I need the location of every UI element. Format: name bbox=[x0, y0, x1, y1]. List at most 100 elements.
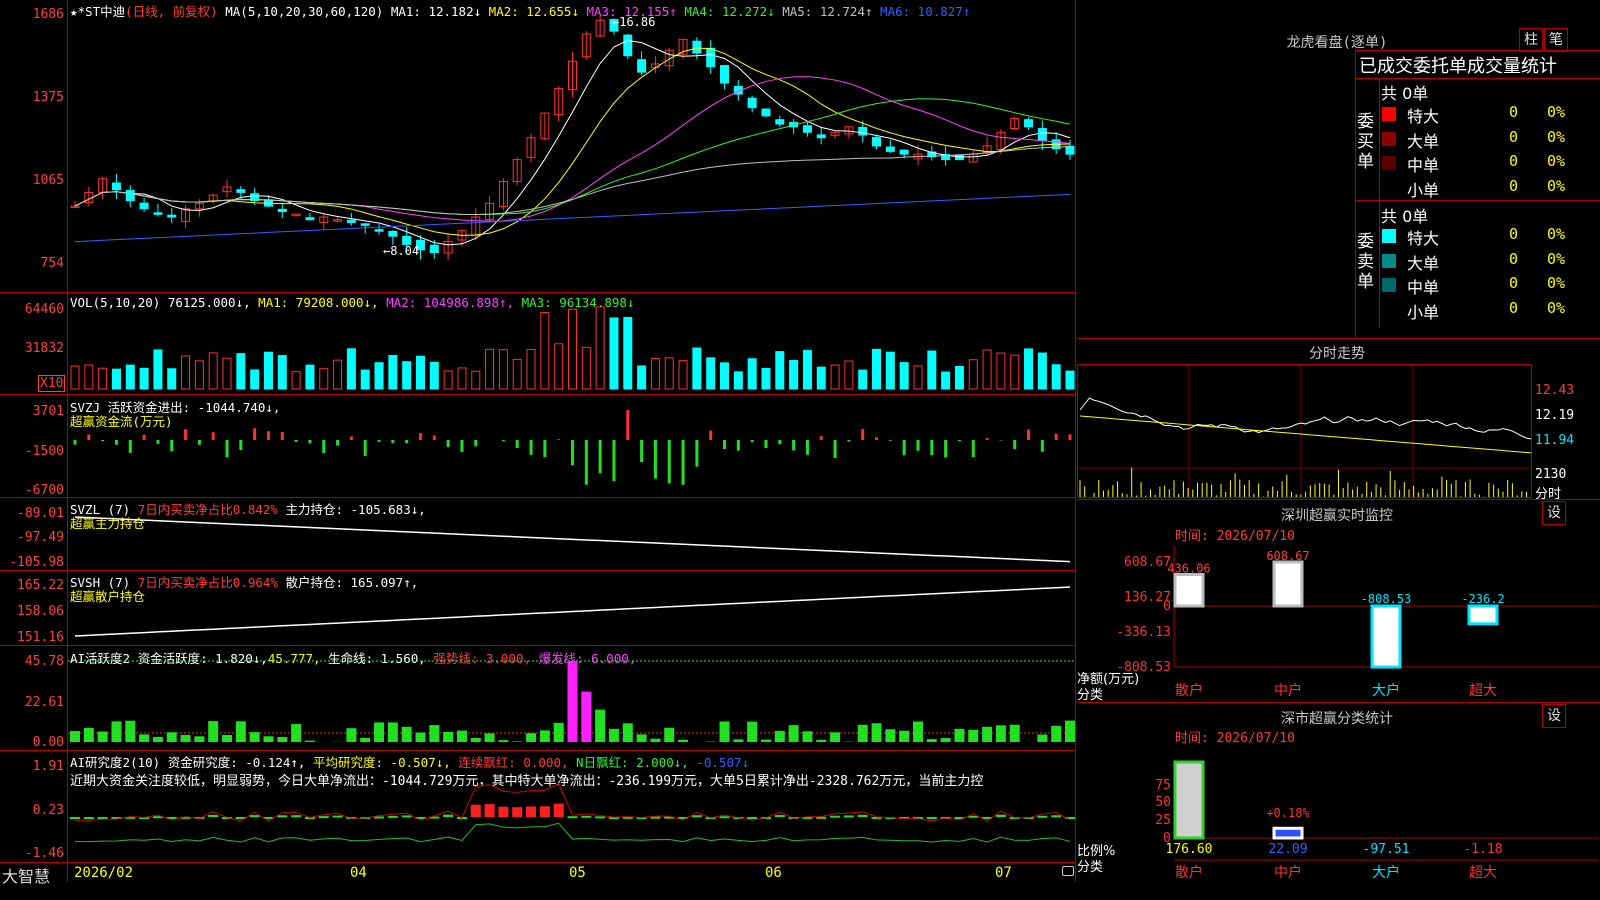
fund-flow-bar bbox=[156, 440, 160, 444]
research-bar bbox=[401, 815, 412, 818]
main-holding-line bbox=[74, 516, 1071, 563]
low-price-label: ←8.04 bbox=[383, 244, 419, 258]
activity-bar bbox=[484, 733, 495, 742]
activity-bar bbox=[139, 734, 150, 742]
fund-flow-bar bbox=[377, 440, 381, 442]
date-label: 04 bbox=[350, 865, 367, 881]
research-bar bbox=[816, 816, 827, 819]
research-bar bbox=[70, 817, 80, 819]
volume-bar bbox=[996, 352, 1006, 390]
chart-canvas[interactable]: ←16.86 ←8.04 bbox=[0, 0, 1076, 882]
class-bar bbox=[1272, 826, 1304, 840]
activity-bar bbox=[871, 723, 882, 742]
research-bar bbox=[277, 815, 288, 818]
activity-bar bbox=[263, 736, 274, 742]
candle-body bbox=[153, 212, 163, 215]
volume-bar bbox=[941, 371, 951, 390]
volume-bar bbox=[1010, 354, 1020, 390]
research-bar bbox=[567, 816, 578, 819]
activity-bar bbox=[346, 728, 357, 742]
volume-bar bbox=[568, 308, 577, 390]
activity-bar bbox=[968, 729, 979, 742]
fund-flow-bar bbox=[432, 435, 436, 440]
research-bar bbox=[526, 806, 537, 817]
research-bar bbox=[553, 803, 564, 817]
volume-bar bbox=[830, 364, 840, 390]
volume-bar bbox=[98, 367, 108, 390]
fund-flow-bar bbox=[418, 433, 422, 440]
volume-bar bbox=[346, 348, 356, 390]
activity-bar bbox=[97, 731, 108, 742]
volume-bar bbox=[250, 369, 260, 390]
class-value: -97.51 bbox=[1363, 842, 1410, 857]
activity-bar bbox=[374, 722, 385, 742]
research-bar bbox=[97, 817, 108, 819]
activity-bar bbox=[719, 721, 730, 742]
activity-bar bbox=[760, 739, 771, 742]
volume-bar bbox=[429, 361, 439, 390]
class-chart[interactable]: 7550250176.60散户+0.18%22.09中户-97.51大户-1.1… bbox=[1077, 0, 1600, 900]
fund-flow-bar bbox=[446, 440, 450, 447]
volume-bar bbox=[388, 355, 398, 390]
volume-bar bbox=[968, 359, 978, 390]
fund-flow-bar bbox=[363, 440, 367, 456]
volume-bar bbox=[761, 367, 771, 390]
volume-bar bbox=[194, 360, 204, 390]
activity-bar bbox=[291, 724, 302, 742]
activity-bar bbox=[1065, 720, 1075, 742]
research-bar bbox=[498, 806, 509, 817]
high-price-label: ←16.86 bbox=[612, 15, 655, 29]
activity-bar bbox=[277, 737, 288, 742]
chart-area[interactable]: ★*ST中迪(日线, 前复权) MA(5,10,20,30,60,120) MA… bbox=[0, 0, 1076, 886]
activity-bar bbox=[747, 721, 758, 742]
fund-flow-bar bbox=[529, 440, 533, 455]
candle-body bbox=[305, 217, 315, 221]
volume-bar bbox=[167, 368, 177, 390]
research-bar bbox=[470, 804, 481, 817]
research-bar bbox=[318, 816, 329, 819]
volume-bar bbox=[650, 358, 660, 390]
class-value: 176.60 bbox=[1166, 842, 1213, 857]
fund-flow-bar bbox=[598, 440, 602, 474]
research-bar bbox=[595, 816, 606, 819]
activity-bar bbox=[622, 723, 633, 742]
class-tick: 75 bbox=[1155, 778, 1171, 793]
candle-body bbox=[706, 47, 716, 68]
fund-flow-bar bbox=[653, 440, 657, 479]
research-bar bbox=[691, 815, 702, 818]
volume-bar bbox=[125, 364, 135, 390]
volume-bar bbox=[720, 362, 730, 390]
activity-bar bbox=[830, 732, 841, 742]
volume-bar bbox=[664, 357, 674, 390]
volume-bar bbox=[84, 364, 94, 390]
fund-flow-bar bbox=[930, 440, 934, 456]
fund-flow-bar bbox=[114, 440, 118, 445]
research-bar bbox=[1037, 815, 1048, 818]
lock-icon[interactable] bbox=[1062, 866, 1074, 876]
volume-bar bbox=[319, 368, 329, 390]
volume-bar bbox=[402, 361, 412, 390]
fund-flow-bar bbox=[391, 440, 395, 444]
activity-bar bbox=[194, 736, 205, 742]
fund-flow-bar bbox=[875, 437, 879, 440]
volume-bar bbox=[305, 364, 315, 390]
fund-flow-bar bbox=[888, 440, 892, 441]
volume-bar bbox=[111, 368, 121, 390]
fund-flow-bar bbox=[515, 440, 519, 449]
volume-bar bbox=[1024, 348, 1034, 390]
research-bar bbox=[747, 817, 758, 819]
volume-bar bbox=[595, 306, 605, 390]
candle-body bbox=[167, 214, 177, 218]
activity-bar bbox=[539, 730, 550, 742]
candle-body bbox=[429, 244, 439, 254]
fund-flow-bar bbox=[294, 440, 298, 442]
research-bar bbox=[249, 815, 260, 818]
fund-flow-bar bbox=[280, 431, 284, 440]
activity-bar bbox=[70, 731, 80, 742]
fund-flow-bar bbox=[1054, 433, 1058, 440]
activity-bar bbox=[304, 740, 315, 742]
volume-bar bbox=[706, 357, 716, 390]
class-tick: 50 bbox=[1155, 795, 1171, 810]
fund-flow-bar bbox=[736, 440, 740, 451]
activity-bar bbox=[180, 734, 191, 742]
